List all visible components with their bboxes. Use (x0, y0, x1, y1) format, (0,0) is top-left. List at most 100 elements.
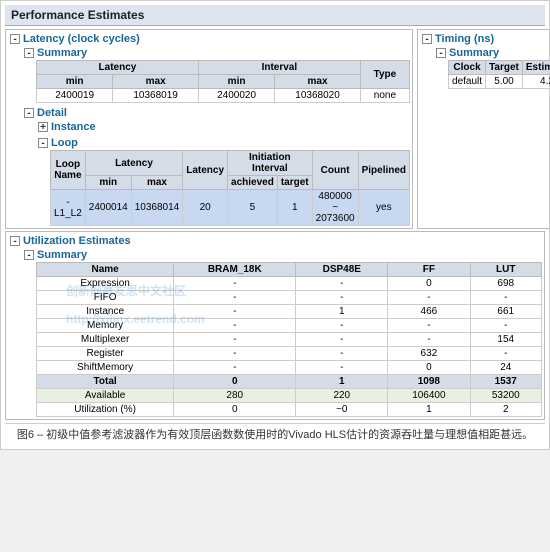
latency-max-val: 10368019 (113, 89, 199, 103)
instance-title: + Instance (36, 120, 410, 134)
instance-label: Instance (51, 121, 96, 133)
util-percent-row: Utilization (%) 0 ~0 1 2 (37, 403, 542, 417)
util-pct-dsp: ~0 (296, 403, 388, 417)
util-pct-name: Utilization (%) (37, 403, 174, 417)
loop-count-header: Count (312, 151, 358, 190)
table-row: FIFO - - - - (37, 291, 542, 305)
util-total-dsp: 1 (296, 375, 388, 389)
loop-latency-header: Latency (183, 151, 228, 190)
util-row-6-dsp: - (296, 361, 388, 375)
timing-summary-label: Summary (449, 47, 499, 59)
util-row-6-bram: - (174, 361, 296, 375)
instance-expand-icon[interactable]: + (38, 122, 48, 132)
timing-section-label: Timing (ns) (435, 33, 494, 45)
latency-collapse-icon[interactable]: - (10, 34, 20, 44)
util-row-6-ff: 0 (388, 361, 470, 375)
top-area: - Latency (clock cycles) - Summary Laten… (5, 29, 545, 229)
performance-estimates-header: Performance Estimates (5, 5, 545, 26)
loop-block: - Loop Loop Name Latency Latency Initiat… (22, 136, 410, 226)
latency-summary-title: - Summary (22, 46, 410, 60)
util-row-1-ff: - (388, 291, 470, 305)
loop-title: - Loop (36, 136, 410, 150)
util-row-0-lut: 698 (470, 277, 542, 291)
table-row: Register - - 632 - (37, 347, 542, 361)
loop-max-val: 10368014 (131, 190, 183, 226)
util-row-5-lut: - (470, 347, 542, 361)
type-col-header: Type (360, 61, 409, 89)
latency-summary-table: Latency Interval Type min max min max (36, 60, 410, 103)
timing-data-row: default 5.00 4.21 0.62 (449, 75, 550, 89)
latency-summary-table-wrapper: Latency Interval Type min max min max (22, 60, 410, 103)
util-row-3-name: Memory (37, 319, 174, 333)
util-row-4-dsp: - (296, 333, 388, 347)
util-row-0-bram: - (174, 277, 296, 291)
table-row: Multiplexer - - - 154 (37, 333, 542, 347)
type-val: none (360, 89, 409, 103)
interval-col-header: Interval (198, 61, 360, 75)
util-summary-collapse-icon[interactable]: - (24, 250, 34, 260)
util-total-lut: 1537 (470, 375, 542, 389)
util-total-ff: 1098 (388, 375, 470, 389)
util-total-row: Total 0 1 1098 1537 (37, 375, 542, 389)
util-total-name: Total (37, 375, 174, 389)
util-row-3-bram: - (174, 319, 296, 333)
latency-min-val: 2400019 (37, 89, 113, 103)
latency-summary-block: - Summary Latency Interval Type min (8, 46, 410, 103)
latency-min-header: min (37, 75, 113, 89)
util-row-2-lut: 661 (470, 305, 542, 319)
util-pct-ff: 1 (388, 403, 470, 417)
loop-min-val: 2400014 (85, 190, 131, 226)
latency-summary-label: Summary (37, 47, 87, 59)
latency-col-header: Latency (37, 61, 199, 75)
latency-max-header: max (113, 75, 199, 89)
util-total-bram: 0 (174, 375, 296, 389)
util-row-0-dsp: - (296, 277, 388, 291)
loop-achieved-header: achieved (228, 176, 278, 190)
util-table-wrapper: Name BRAM_18K DSP48E FF LUT Expression -… (22, 262, 542, 417)
latency-panel: - Latency (clock cycles) - Summary Laten… (5, 29, 413, 229)
util-collapse-icon[interactable]: - (10, 236, 20, 246)
util-row-2-dsp: 1 (296, 305, 388, 319)
util-avail-name: Available (37, 389, 174, 403)
loop-table-wrapper: Loop Name Latency Latency Initiation Int… (36, 150, 410, 226)
util-row-1-lut: - (470, 291, 542, 305)
interval-min-header: min (198, 75, 274, 89)
loop-data-row: -L1_L2 2400014 10368014 20 5 1 480000 ~ … (51, 190, 410, 226)
loop-pipelined-header: Pipelined (358, 151, 409, 190)
latency-detail-block: - Detail + Instance - Loop (8, 106, 410, 226)
loop-target-header: target (277, 176, 312, 190)
timing-summary-table: Clock Target Estimated Uncertainty defau… (448, 60, 550, 89)
loop-table: Loop Name Latency Latency Initiation Int… (50, 150, 410, 226)
latency-summary-collapse-icon[interactable]: - (24, 48, 34, 58)
latency-detail-label: Detail (37, 107, 67, 119)
latency-section-title: - Latency (clock cycles) (8, 32, 410, 46)
loop-count-val: 480000 ~ 2073600 (312, 190, 358, 226)
latency-summary-row: 2400019 10368019 2400020 10368020 none (37, 89, 410, 103)
loop-min-header: min (85, 176, 131, 190)
loop-label: Loop (51, 137, 78, 149)
loop-collapse-icon[interactable]: - (38, 138, 48, 148)
timing-summary-title: - Summary (434, 46, 550, 60)
util-section-title: - Utilization Estimates (8, 234, 542, 248)
util-row-6-name: ShiftMemory (37, 361, 174, 375)
util-row-1-dsp: - (296, 291, 388, 305)
loop-initiation-span-header: Initiation Interval (228, 151, 313, 176)
clock-header: Clock (449, 61, 486, 75)
util-avail-dsp: 220 (296, 389, 388, 403)
util-row-0-name: Expression (37, 277, 174, 291)
latency-detail-collapse-icon[interactable]: - (24, 108, 34, 118)
util-dsp-header: DSP48E (296, 263, 388, 277)
table-row: Expression - - 0 698 (37, 277, 542, 291)
util-row-1-name: FIFO (37, 291, 174, 305)
clock-val: default (449, 75, 486, 89)
timing-summary-collapse-icon[interactable]: - (436, 48, 446, 58)
timing-table-wrapper: Clock Target Estimated Uncertainty defau… (434, 60, 550, 89)
timing-summary-block: - Summary Clock Target Estimated Uncerta… (420, 46, 550, 89)
timing-collapse-icon[interactable]: - (422, 34, 432, 44)
loop-achieved-val: 5 (228, 190, 278, 226)
estimated-header: Estimated (522, 61, 550, 75)
util-avail-bram: 280 (174, 389, 296, 403)
util-available-row: Available 280 220 106400 53200 (37, 389, 542, 403)
util-row-4-bram: - (174, 333, 296, 347)
util-bram-header: BRAM_18K (174, 263, 296, 277)
